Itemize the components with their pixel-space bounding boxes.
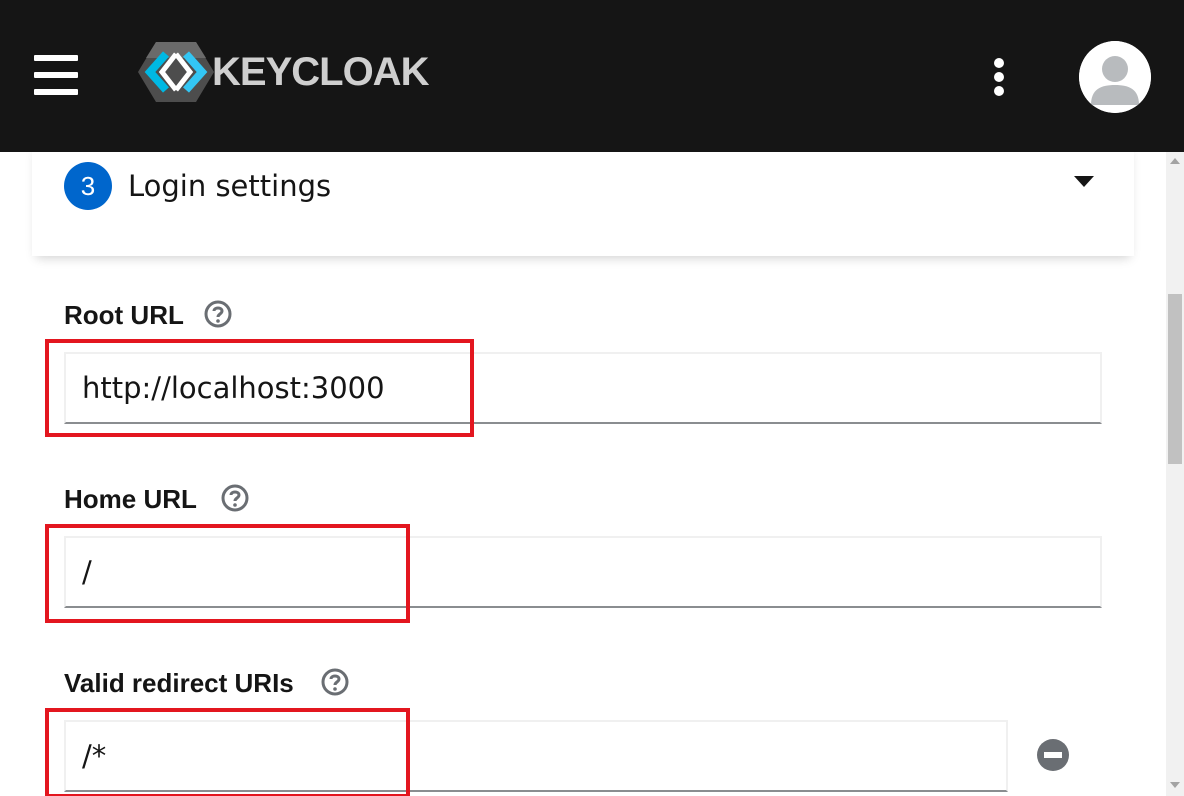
help-icon[interactable] (204, 300, 232, 328)
main-content: 3 Login settings Root URL http://localho… (0, 152, 1166, 796)
help-icon[interactable] (221, 484, 249, 512)
scroll-up-arrow-icon[interactable] (1170, 158, 1180, 164)
home-url-input[interactable]: / (64, 536, 1102, 608)
brand-text: KEYCLOAK (212, 50, 429, 94)
masthead: KEYCLOAK (0, 0, 1184, 152)
kebab-menu-icon[interactable] (986, 58, 1012, 96)
caret-down-icon[interactable] (1074, 176, 1094, 187)
redirect-uri-input[interactable]: /* (64, 720, 1008, 792)
remove-redirect-uri-icon[interactable] (1037, 739, 1069, 771)
keycloak-logo-icon (138, 42, 214, 102)
login-settings-section-header[interactable]: 3 Login settings (32, 152, 1134, 256)
keycloak-logo[interactable]: KEYCLOAK (136, 40, 446, 104)
home-url-label: Home URL (64, 484, 197, 514)
avatar-silhouette-icon (1079, 41, 1151, 113)
user-avatar-icon[interactable] (1079, 41, 1151, 113)
valid-redirect-uris-label: Valid redirect URIs (64, 668, 294, 698)
step-number-badge: 3 (64, 162, 112, 210)
root-url-input[interactable]: http://localhost:3000 (64, 352, 1102, 424)
scroll-down-arrow-icon[interactable] (1170, 782, 1180, 788)
section-title: Login settings (128, 169, 332, 203)
hamburger-menu-icon[interactable] (34, 55, 78, 95)
vertical-scrollbar[interactable] (1166, 152, 1184, 796)
root-url-label: Root URL (64, 300, 184, 330)
scrollbar-thumb[interactable] (1168, 294, 1182, 464)
help-icon[interactable] (321, 668, 349, 696)
